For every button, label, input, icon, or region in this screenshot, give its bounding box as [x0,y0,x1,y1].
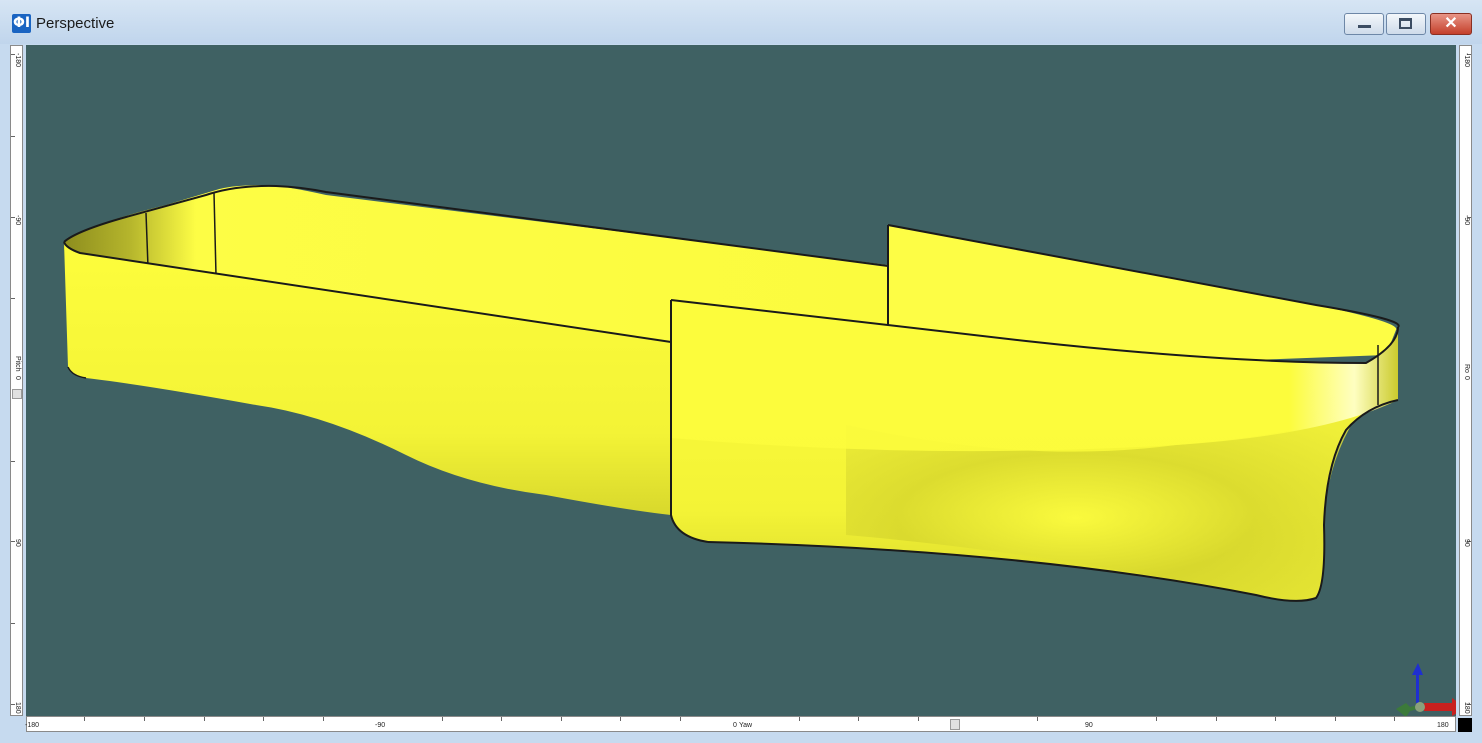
ruler-tick [263,717,264,721]
maximize-icon [1399,18,1412,29]
perspective-window: ΦI Perspective ✕ -180 -90 Pitch 0 90 180… [0,0,1482,743]
roll-tick-label: -90 [1463,215,1470,226]
x-axis-arrow [1424,698,1456,716]
pitch-label: Pitch [14,356,21,372]
yaw-tick-label: 90 [1085,722,1093,729]
pitch-ruler-thumb[interactable] [12,389,22,399]
ruler-tick [501,717,502,721]
corner-box [1458,718,1472,732]
window-title: Perspective [36,15,115,32]
pitch-tick-label: -90 [14,215,21,226]
maximize-button[interactable] [1386,13,1426,35]
minimize-button[interactable] [1344,13,1384,35]
roll-tick-label: 0 [1463,376,1470,380]
ruler-tick [799,717,800,721]
ruler-tick [204,717,205,721]
ruler-tick [1275,717,1276,721]
roll-ruler[interactable]: -180 -90 Ro 0 90 180 [1459,45,1472,716]
ruler-tick [11,461,15,462]
ruler-tick [858,717,859,721]
yaw-tick-label: 0 [733,722,737,729]
ruler-tick [11,623,15,624]
ruler-tick [680,717,681,721]
roll-tick-label: 90 [1463,539,1470,547]
app-icon: ΦI [12,14,31,33]
y-axis-arrow [1396,703,1418,716]
pitch-tick-label: -180 [14,53,21,68]
ruler-tick [323,717,324,721]
ruler-tick [84,717,85,721]
ruler-tick [442,717,443,721]
close-button[interactable]: ✕ [1430,13,1472,35]
yaw-ruler-thumb[interactable] [950,719,960,730]
ruler-tick [918,717,919,721]
ship-hull-model[interactable] [26,45,1456,716]
triad-origin [1415,702,1425,712]
pitch-tick-label: 90 [14,539,21,547]
title-bar[interactable]: ΦI Perspective ✕ [0,0,1482,44]
close-icon: ✕ [1444,15,1458,32]
pitch-tick-label: 0 [14,376,21,380]
ruler-tick [1037,717,1038,721]
pitch-tick-label: 180 [14,702,21,714]
yaw-label: Yaw [739,722,753,729]
pitch-ruler[interactable]: -180 -90 Pitch 0 90 180 [10,45,23,716]
minimize-icon [1358,25,1371,28]
roll-label: Ro [1463,364,1470,373]
yaw-tick-label: 180 [1437,722,1449,729]
ruler-tick [620,717,621,721]
ruler-tick [11,136,15,137]
ruler-tick [1394,717,1395,721]
3d-viewport[interactable] [26,45,1456,716]
roll-tick-label: -180 [1463,53,1470,68]
yaw-ruler[interactable]: -180 -90 0 Yaw 90 180 [25,716,1456,732]
roll-tick-label: 180 [1463,702,1470,714]
yaw-tick-label: -180 [25,722,40,729]
z-axis-arrow [1412,663,1423,703]
yaw-tick-label: -90 [375,722,386,729]
ruler-tick [144,717,145,721]
ruler-tick [561,717,562,721]
ruler-tick [1335,717,1336,721]
ruler-tick [11,298,15,299]
ruler-tick [1216,717,1217,721]
axis-triad [1396,663,1456,716]
ruler-tick [1156,717,1157,721]
